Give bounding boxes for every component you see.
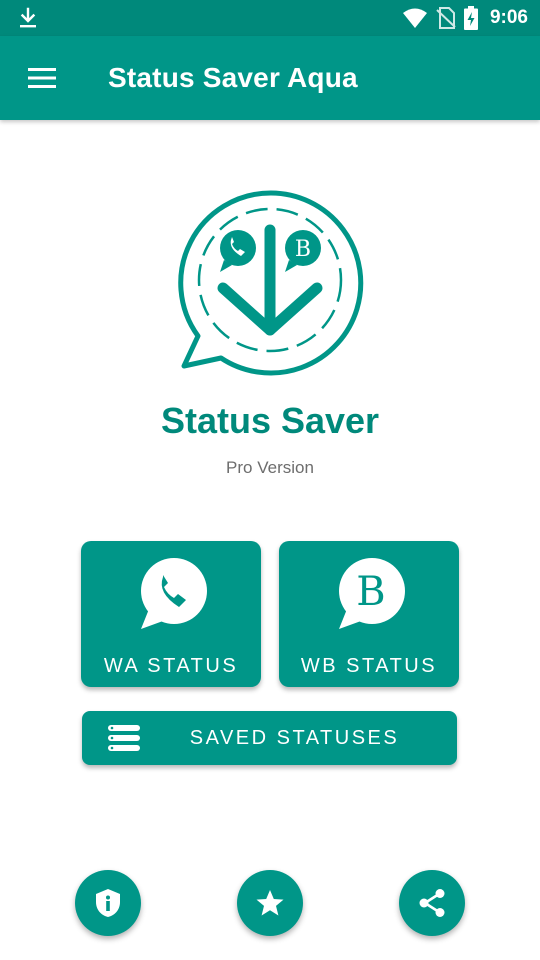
whatsapp-icon <box>141 558 207 629</box>
saved-statuses-button[interactable]: SAVED STATUSES <box>82 711 457 765</box>
rate-button[interactable] <box>237 870 303 936</box>
no-sim-icon <box>436 7 456 29</box>
svg-text:B: B <box>356 569 385 615</box>
download-icon <box>20 7 36 28</box>
status-icons: 9:06 <box>402 0 528 36</box>
share-button[interactable] <box>399 870 465 936</box>
wa-status-label: WA STATUS <box>103 655 239 677</box>
status-bar: 9:06 <box>0 0 540 36</box>
clock: 9:06 <box>489 7 528 28</box>
wb-status-label: WB STATUS <box>300 655 438 677</box>
app-bar-title: Status Saver Aqua <box>108 62 358 93</box>
share-icon <box>419 889 445 917</box>
app-bar: Status Saver Aqua <box>0 36 540 120</box>
hamburger-menu-icon[interactable] <box>24 62 60 94</box>
star-icon <box>256 890 284 916</box>
shield-info-icon <box>96 889 120 917</box>
whatsapp-business-icon: B <box>339 558 405 629</box>
privacy-button[interactable] <box>75 870 141 936</box>
app-version-subtitle: Pro Version <box>226 458 314 477</box>
battery-charging-icon <box>463 6 478 30</box>
wb-status-button[interactable]: B WB STATUS <box>279 541 459 687</box>
wa-status-button[interactable]: WA STATUS <box>81 541 261 687</box>
list-icon <box>108 725 140 751</box>
wifi-icon <box>402 8 427 28</box>
status-saver-logo-icon: B <box>178 190 364 376</box>
svg-text:B: B <box>295 237 311 262</box>
saved-statuses-label: SAVED STATUSES <box>189 727 400 749</box>
app-name-heading: Status Saver <box>160 400 380 441</box>
